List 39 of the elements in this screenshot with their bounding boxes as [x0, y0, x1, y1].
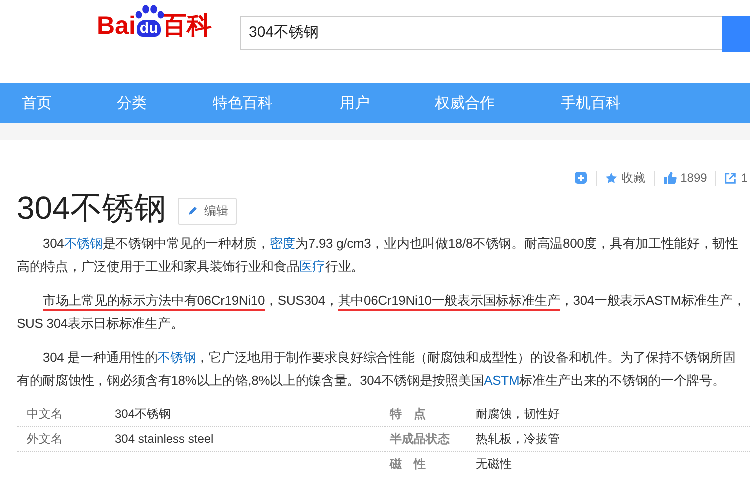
share-button[interactable]: 1 [724, 171, 748, 185]
nav-item[interactable]: 用户 [340, 94, 370, 112]
thumbs-up-icon [662, 171, 677, 185]
info-label: 特 点 [388, 406, 427, 422]
paw-toes-icon [134, 5, 165, 19]
link[interactable]: ASTM [484, 373, 520, 388]
paragraph: 市场上常见的标示方法中有06Cr19Ni10，SUS304，其中06Cr19Ni10一般表示国标标准生产，304一般表示ASTM标准生产，SUS 304表示日标标准生产。 [17, 292, 747, 333]
search-field[interactable]: 304不锈钢 [240, 16, 722, 50]
favorite-button[interactable]: 收藏 [604, 170, 646, 186]
edit-button[interactable]: 编辑 [178, 198, 238, 224]
nav-item[interactable]: 手机百科 [561, 94, 621, 112]
nav-item[interactable]: 首页 [22, 94, 52, 112]
link[interactable]: 密度 [270, 236, 296, 251]
info-value: 耐腐蚀，韧性好 [476, 406, 560, 422]
info-label: 半成品状态 [389, 430, 451, 448]
pencil-icon [187, 205, 200, 217]
logo-mark: du [136, 20, 162, 37]
logo-text: Bai [97, 12, 136, 40]
page-title: 304不锈钢 [17, 189, 166, 228]
paragraph: 304 是一种通用性的不锈钢，它广泛地用于制作要求良好综合性能（耐腐蚀和成型性）的设备和机件。为了保持不锈钢所固有的耐腐蚀性，钢必须含有18%以上的铬,8%以上的镍含量。304不锈钢是按照美国ASTM标准生产出来的不锈钢的一个牌号。 [17, 349, 737, 390]
info-label: 磁 性 [388, 456, 427, 472]
paragraph: 304不锈钢是不锈钢中常见的一种材质，密度为7.93 g/cm3，业内也叫做18/8不锈钢。耐高温800度，具有加工性能好，韧性高的特点，广泛使用于工业和家具装饰行业和食品医疗行业。 [17, 235, 740, 276]
nav-item[interactable]: 权威合作 [435, 94, 495, 112]
link[interactable]: 不锈钢 [158, 350, 196, 365]
info-value: 无磁性 [476, 456, 512, 472]
link[interactable]: 不锈钢 [64, 236, 103, 251]
link[interactable]: 医疗 [300, 259, 326, 274]
nav-item[interactable]: 分类 [117, 94, 147, 112]
nav-item[interactable]: 特色百科 [213, 94, 273, 112]
share-icon [724, 172, 738, 184]
info-value: 304 stainless steel [115, 432, 214, 446]
info-value: 304不锈钢 [115, 406, 172, 422]
logo-text: 百科 [162, 12, 212, 40]
info-value: 热轧板，冷拔管 [476, 430, 560, 448]
info-label: 中文名 [26, 406, 64, 422]
plus-icon[interactable] [574, 171, 588, 185]
info-label: 外文名 [26, 430, 64, 448]
star-icon [604, 172, 618, 184]
like-button[interactable]: 1899 [662, 171, 708, 185]
